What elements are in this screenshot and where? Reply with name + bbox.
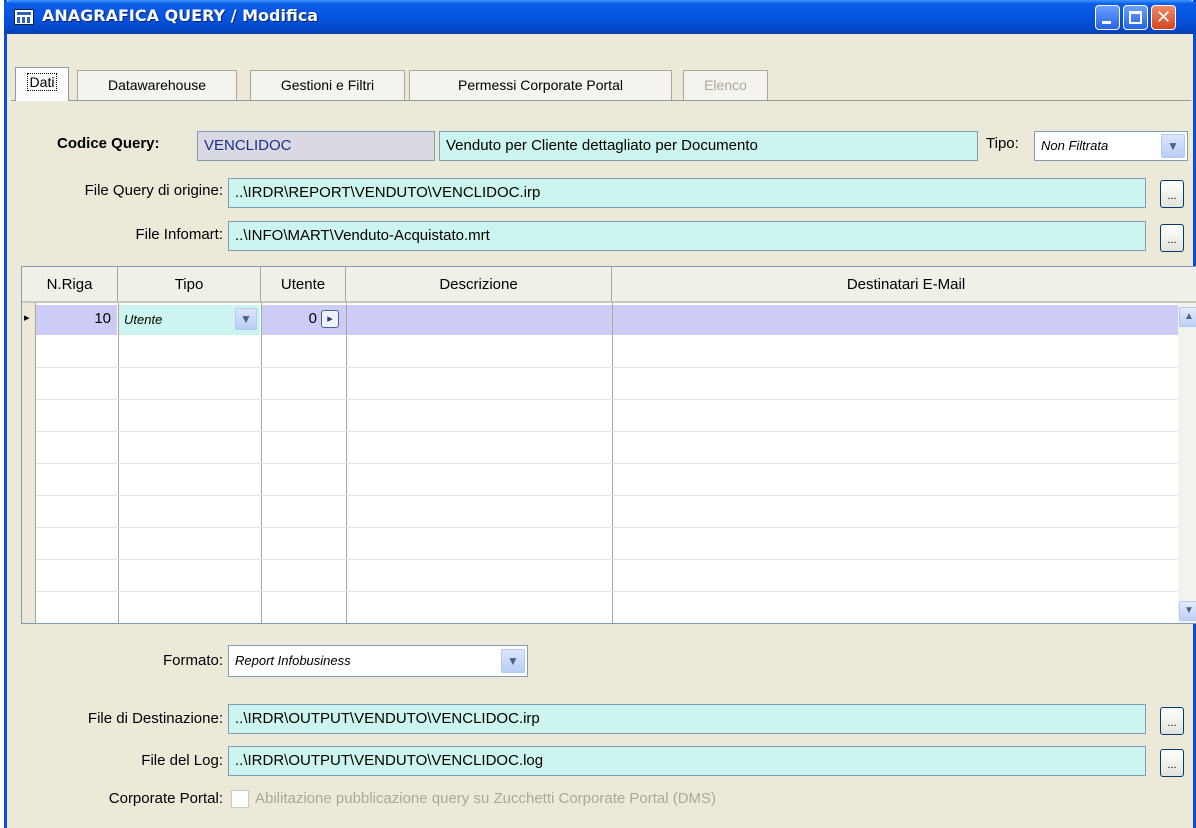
chevron-down-icon[interactable]: ▼ xyxy=(501,649,525,673)
col-header-nriga[interactable]: N.Riga xyxy=(22,267,118,303)
tab-gestioni-filtri[interactable]: Gestioni e Filtri xyxy=(250,70,405,100)
col-header-utente[interactable]: Utente xyxy=(261,267,346,303)
app-icon xyxy=(14,9,34,25)
grid-row-line xyxy=(36,399,1178,400)
cell-descrizione[interactable] xyxy=(347,305,612,335)
codice-query-label: Codice Query: xyxy=(57,135,160,152)
cell-nriga-value: 10 xyxy=(94,310,111,327)
file-query-label: File Query di origine: xyxy=(84,182,223,199)
file-log-browse-button[interactable]: ... xyxy=(1160,749,1184,777)
maximize-button[interactable] xyxy=(1123,5,1148,30)
formato-value: Report Infobusiness xyxy=(235,653,351,668)
corporate-portal-label: Corporate Portal: xyxy=(108,790,223,807)
file-destinazione-label: File di Destinazione: xyxy=(87,710,223,727)
destinatari-grid: N.Riga Tipo Utente Descrizione Destinata… xyxy=(21,266,1196,624)
corporate-portal-checkbox[interactable] xyxy=(231,790,249,808)
scroll-down-button[interactable]: ▼ xyxy=(1179,601,1196,621)
query-window: ANAGRAFICA QUERY / Modifica ✕ Dati Dataw… xyxy=(4,0,1196,828)
file-query-browse-button[interactable]: ... xyxy=(1160,180,1184,208)
file-infomart-label: File Infomart: xyxy=(135,226,223,243)
cell-tipo-value: Utente xyxy=(124,312,163,327)
chevron-down-icon[interactable]: ▼ xyxy=(1161,134,1185,158)
corporate-portal-checkbox-label: Abilitazione pubblicazione query su Zucc… xyxy=(255,790,717,807)
descrizione-query-field[interactable]: Venduto per Cliente dettagliato per Docu… xyxy=(439,131,978,161)
tab-elenco[interactable]: Elenco xyxy=(683,70,768,100)
grid-row-line xyxy=(36,431,1178,432)
tipo-value: Non Filtrata xyxy=(1041,138,1109,153)
file-log-field[interactable]: ..\IRDR\OUTPUT\VENDUTO\VENCLIDOC.log xyxy=(228,746,1146,776)
file-query-field[interactable]: ..\IRDR\REPORT\VENDUTO\VENCLIDOC.irp xyxy=(228,178,1146,208)
col-header-destinatari[interactable]: Destinatari E-Mail xyxy=(612,267,1196,303)
cell-tipo-dropdown[interactable]: Utente ▼ xyxy=(118,305,260,335)
close-icon: ✕ xyxy=(1155,7,1172,28)
grid-row-line xyxy=(36,495,1178,496)
minimize-icon xyxy=(1102,21,1111,24)
arrow-right-icon[interactable]: ▸ xyxy=(321,310,339,328)
col-header-tipo[interactable]: Tipo xyxy=(118,267,261,303)
grid-scrollbar[interactable]: ▲ ▼ xyxy=(1178,303,1196,623)
formato-label: Formato: xyxy=(162,652,223,669)
scroll-up-button[interactable]: ▲ xyxy=(1179,307,1196,327)
close-button[interactable]: ✕ xyxy=(1151,5,1176,30)
current-row-marker: ▸ xyxy=(24,312,30,324)
file-log-label: File del Log: xyxy=(141,752,223,769)
tab-bar: Dati Datawarehouse Gestioni e Filtri Per… xyxy=(7,34,1193,102)
tipo-label: Tipo: xyxy=(986,135,1019,152)
codice-query-field[interactable]: VENCLIDOC xyxy=(197,131,435,161)
formato-dropdown[interactable]: Report Infobusiness ▼ xyxy=(228,645,528,677)
row-selector-column xyxy=(22,303,36,623)
grid-row-line xyxy=(36,367,1178,368)
grid-row-line xyxy=(36,527,1178,528)
tab-dati[interactable]: Dati xyxy=(15,67,69,101)
cell-utente-value: 0 xyxy=(308,310,317,327)
tab-permessi-corporate-portal[interactable]: Permessi Corporate Portal xyxy=(409,70,672,100)
cell-utente[interactable]: 0 ▸ xyxy=(262,305,346,335)
window-title: ANAGRAFICA QUERY / Modifica xyxy=(42,6,319,25)
minimize-button[interactable] xyxy=(1095,5,1120,30)
maximize-icon xyxy=(1129,11,1142,24)
file-destinazione-browse-button[interactable]: ... xyxy=(1160,707,1184,735)
col-header-descrizione[interactable]: Descrizione xyxy=(346,267,612,303)
file-infomart-field[interactable]: ..\INFO\MART\Venduto-Acquistato.mrt xyxy=(228,221,1146,251)
title-bar[interactable]: ANAGRAFICA QUERY / Modifica ✕ xyxy=(4,0,1196,34)
chevron-down-icon[interactable]: ▼ xyxy=(235,308,257,330)
cell-destinatari[interactable] xyxy=(613,305,1178,335)
file-destinazione-field[interactable]: ..\IRDR\OUTPUT\VENDUTO\VENCLIDOC.irp xyxy=(228,704,1146,734)
grid-row-line xyxy=(36,559,1178,560)
tipo-dropdown[interactable]: Non Filtrata ▼ xyxy=(1034,131,1188,161)
grid-row-line xyxy=(36,463,1178,464)
cell-nriga[interactable]: 10 xyxy=(36,305,117,335)
file-infomart-browse-button[interactable]: ... xyxy=(1160,224,1184,252)
grid-row-line xyxy=(36,591,1178,592)
tab-dati-label: Dati xyxy=(26,73,58,91)
tab-datawarehouse[interactable]: Datawarehouse xyxy=(77,70,237,100)
